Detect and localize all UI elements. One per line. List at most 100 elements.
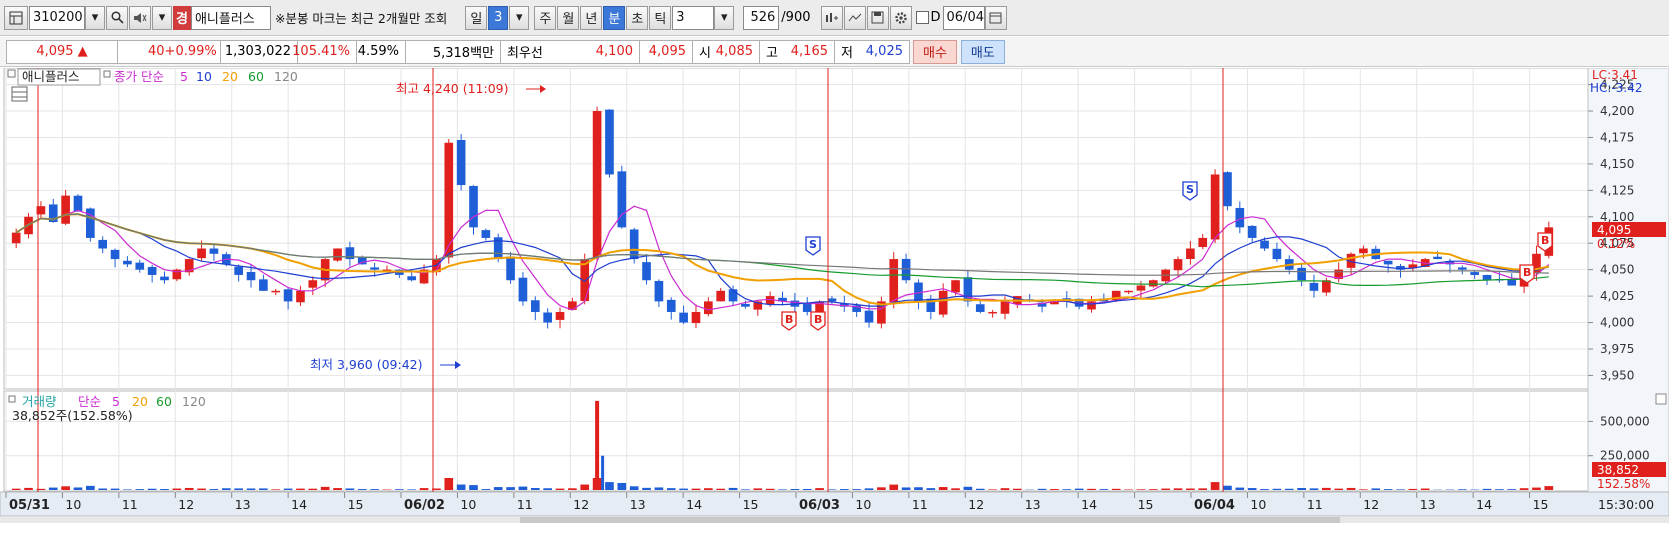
volume-bar [1074, 488, 1084, 490]
volume-current-tag-text: 38,852 [1597, 463, 1639, 477]
time-tick-label: 15 [348, 497, 364, 512]
volume-bar [160, 489, 169, 490]
gear-icon[interactable] [889, 5, 912, 30]
candle-body [1136, 285, 1146, 291]
candle-body [1087, 301, 1096, 310]
volume-bar [1223, 485, 1232, 490]
period-year-button[interactable]: 년 [580, 5, 603, 30]
candle-body [160, 276, 169, 281]
candle-body [469, 185, 478, 228]
candle-body [209, 248, 219, 254]
search-icon[interactable] [106, 5, 128, 30]
speaker-icon[interactable] [129, 5, 151, 30]
period-week-button[interactable]: 주 [534, 5, 557, 30]
time-tick-label: 15 [1138, 497, 1154, 512]
candle-body [1198, 237, 1208, 247]
chevron-down-icon[interactable]: ▾ [509, 5, 530, 30]
period-second-button[interactable]: 초 [626, 5, 649, 30]
ma-toggle-icon[interactable] [103, 70, 111, 78]
volume-bar [1210, 482, 1220, 490]
ma-legend-60: 60 [248, 69, 264, 84]
period-month-button[interactable]: 월 [557, 5, 580, 30]
date-checkbox[interactable] [915, 11, 929, 24]
volume-bar [975, 488, 985, 490]
volume-bar [926, 488, 936, 490]
volume-bar [901, 487, 911, 490]
volume-bar [357, 489, 367, 490]
volume-bar [704, 488, 713, 490]
price-tick-label: 4,025 [1600, 289, 1634, 303]
volume-bar [1272, 488, 1282, 490]
volume-bar [1383, 489, 1393, 490]
zoom-out-icon[interactable] [843, 5, 866, 30]
legend-toggle-icon[interactable] [7, 69, 16, 78]
chart-area[interactable]: 4,225 4,200 4,175 4,150 4,125 4,100 4,075 4,050… [0, 67, 1669, 554]
stock-label: 애니플러스 [22, 69, 80, 84]
save-icon[interactable] [866, 5, 889, 30]
volume-bar [221, 488, 231, 490]
time-tick-label: 11 [912, 497, 928, 512]
volume-bar [308, 488, 318, 490]
candle-body [1297, 267, 1306, 281]
volume-bar [1198, 488, 1208, 490]
table-icon[interactable] [11, 86, 28, 102]
open-label: 시 [699, 46, 711, 61]
best-quote: 최우선 4,100 [500, 39, 640, 64]
stock-name-field[interactable]: 애니플러스 [190, 5, 271, 30]
volume-bar [493, 487, 503, 490]
candle-body [1247, 225, 1257, 238]
layout-icon[interactable] [4, 5, 28, 30]
candle-body [1470, 272, 1479, 275]
volume-legend-toggle[interactable] [8, 395, 16, 403]
bar-count-input[interactable]: 526 [743, 5, 780, 30]
zoom-in-icon[interactable] [820, 5, 843, 30]
candle-body [938, 290, 948, 315]
ma-legend-120: 120 [274, 69, 298, 84]
period-tick-button[interactable]: 틱 [649, 5, 672, 30]
sell-button[interactable]: 매도 [960, 39, 1005, 64]
period-minute-button[interactable]: 분 [603, 5, 626, 30]
date-checkbox-label: D [930, 10, 941, 25]
volume-legend-title: 거래량 [22, 394, 57, 409]
volume-panel-menu-icon[interactable] [1655, 393, 1667, 405]
interval-input[interactable]: 3 [672, 5, 715, 30]
calendar-icon[interactable] [984, 5, 1007, 30]
date-input[interactable]: 06/04 [942, 5, 985, 30]
time-tick-label: 12 [1363, 497, 1379, 512]
candle-body [147, 266, 157, 275]
candle-body [1235, 207, 1245, 228]
volume-bar [1037, 488, 1047, 490]
candle-body [123, 260, 132, 265]
volume-bar [877, 487, 886, 490]
volume-bar [11, 488, 21, 490]
day-count-selector[interactable]: 3 [488, 5, 509, 30]
price-tick-label: 3,975 [1600, 342, 1634, 356]
volume-bar [1482, 488, 1492, 490]
volume-bar [951, 488, 960, 490]
volume-bar [172, 488, 182, 490]
stock-code-input[interactable]: 310200 [29, 5, 85, 30]
volume-bar [728, 487, 738, 490]
volume-bar [617, 482, 627, 490]
chevron-down-icon[interactable]: ▾ [714, 5, 735, 30]
price-volume-chart[interactable]: 4,2254,2004,1754,1504,1254,1004,0754,050… [0, 67, 1669, 554]
candle-body [716, 290, 726, 302]
candle-body [1124, 290, 1133, 293]
candle-body [283, 289, 293, 302]
buy-button[interactable]: 매수 [913, 39, 957, 64]
volume-bar [1111, 488, 1121, 490]
volume-bar [1284, 488, 1294, 490]
period-day-button[interactable]: 일 [465, 5, 488, 30]
scrollbar-thumb[interactable] [520, 517, 1340, 523]
high-price: 고 4,165 [759, 39, 835, 64]
time-tick-label: 14 [1081, 497, 1097, 512]
time-tick-label: 10 [855, 497, 871, 512]
volume-bar [184, 487, 194, 490]
volume-bar [889, 484, 899, 490]
volume-bar [802, 488, 812, 490]
candle-body [1457, 267, 1467, 270]
change-value: 40 [148, 44, 165, 59]
chevron-down-icon[interactable]: ▾ [85, 5, 105, 30]
chevron-down-icon[interactable]: ▾ [152, 5, 172, 30]
volume-bar [654, 487, 664, 490]
